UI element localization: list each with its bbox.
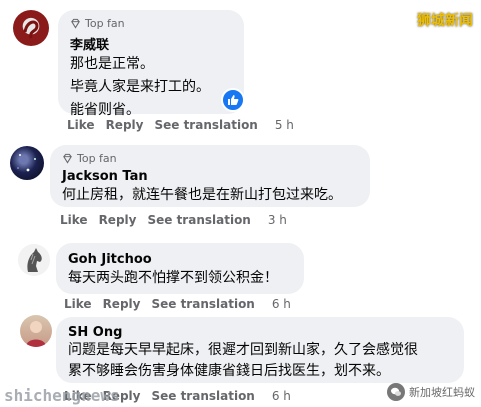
badge-label: Top fan [85,16,125,30]
comment-author[interactable]: Jackson Tan [62,169,358,184]
avatar[interactable] [13,10,49,46]
thumbs-up-icon [228,95,239,105]
diamond-badge-icon [63,153,72,164]
timestamp[interactable]: 6 h [272,389,291,403]
avatar-logo-icon [23,20,39,39]
avatar[interactable] [10,146,44,180]
wechat-logo-icon [387,383,405,401]
like-link[interactable]: Like [64,297,92,311]
top-fan-badge: Top fan [62,151,358,165]
watermark-bottom-right-label: 新加坡红蚂蚁 [409,386,475,399]
reply-link[interactable]: Reply [103,297,141,311]
comment-text: 问题是每天早早起床，很遲才回到新山家，久了会感觉很 累不够睡会伤害身体健康省錢日… [68,342,418,379]
comment-text: 何止房租，就连午餐也是在新山打包过来吃。 [62,187,342,203]
comment-author[interactable]: Goh Jitchoo [68,252,292,267]
avatar[interactable] [18,244,50,276]
avatar-horse-icon [27,248,42,272]
avatar[interactable] [20,315,52,347]
comment-bubble: Top fan Jackson Tan 何止房租，就连午餐也是在新山打包过来吃。 [50,145,370,207]
top-fan-badge: Top fan [70,16,232,30]
avatar-galaxy-icon [17,154,36,172]
watermark-bottom-left: shichengnews [4,386,120,405]
comment-text: 每天两头跑不怕撑不到领公积金！ [68,270,278,286]
diamond-badge-icon [71,18,80,29]
timestamp[interactable]: 6 h [272,297,291,311]
reply-link[interactable]: Reply [106,118,144,132]
like-reaction[interactable] [221,88,245,112]
watermark-top-right: 狮城新闻 [417,13,473,29]
comment-bubble: SH Ong 问题是每天早早起床，很遲才回到新山家，久了会感觉很 累不够睡会伤害… [56,317,464,383]
reply-link[interactable]: Reply [99,213,137,227]
like-link[interactable]: Like [60,213,88,227]
timestamp[interactable]: 5 h [275,118,294,132]
see-translation-link[interactable]: See translation [154,118,257,132]
comment-bubble: Goh Jitchoo 每天两头跑不怕撑不到领公积金！ [56,243,304,294]
avatar-person-icon [26,321,46,347]
watermark-bottom-right: 新加坡红蚂蚁 [387,383,475,401]
timestamp[interactable]: 3 h [268,213,287,227]
see-translation-link[interactable]: See translation [151,297,254,311]
comment-actions: Like Reply See translation 5 h [67,118,294,132]
see-translation-link[interactable]: See translation [147,213,250,227]
comment-text: 那也是正常。 毕竟人家是来打工的。 能省则省。 [70,56,210,118]
see-translation-link[interactable]: See translation [151,389,254,403]
comment-actions: Like Reply See translation 3 h [60,213,287,227]
badge-label: Top fan [77,151,117,165]
like-link[interactable]: Like [67,118,95,132]
comment-bubble: Top fan 李威联 那也是正常。 毕竟人家是来打工的。 能省则省。 [58,10,244,118]
comment-author[interactable]: 李威联 [70,34,232,53]
comment-actions: Like Reply See translation 6 h [64,297,291,311]
comment-author[interactable]: SH Ong [68,325,452,340]
